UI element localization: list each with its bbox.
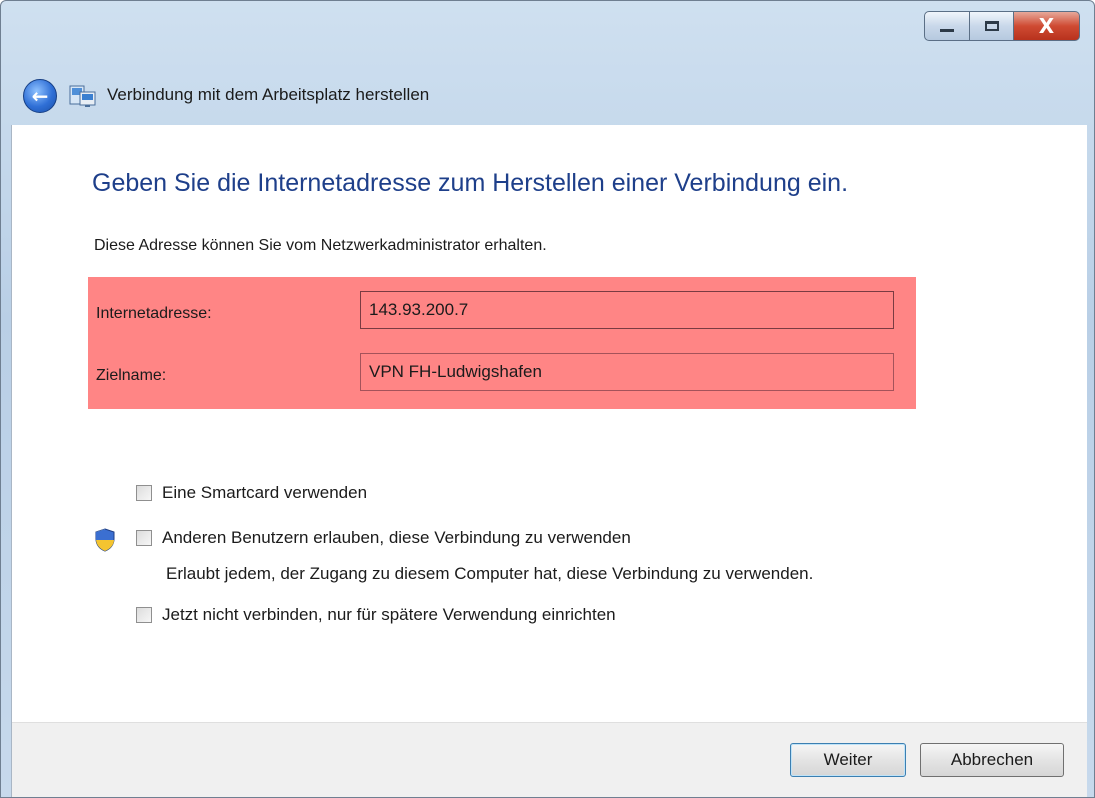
do-not-connect-label: Jetzt nicht verbinden, nur für spätere V… <box>162 605 616 624</box>
allow-other-users-label: Anderen Benutzern erlauben, diese Verbin… <box>162 528 631 547</box>
maximize-button[interactable] <box>970 11 1014 41</box>
next-button[interactable]: Weiter <box>790 743 906 777</box>
wizard-footer: Weiter Abbrechen <box>12 722 1087 797</box>
do-not-connect-checkbox[interactable] <box>136 607 152 623</box>
close-icon: X <box>1038 14 1055 38</box>
smartcard-label: Eine Smartcard verwenden <box>162 483 368 502</box>
page-heading: Geben Sie die Internetadresse zum Herste… <box>92 169 849 197</box>
page-description: Diese Adresse können Sie vom Netzwerkadm… <box>94 237 547 254</box>
uac-shield-icon <box>95 528 115 552</box>
allow-other-users-description: Erlaubt jedem, der Zugang zu diesem Comp… <box>166 564 814 583</box>
back-arrow-icon: ← <box>31 84 49 108</box>
address-label: Internetadresse: <box>96 305 212 322</box>
window-controls: X <box>924 11 1080 41</box>
allow-other-users-option[interactable]: Anderen Benutzern erlauben, diese Verbin… <box>136 528 631 548</box>
close-button[interactable]: X <box>1014 11 1080 41</box>
minimize-icon <box>940 28 954 32</box>
title-bar[interactable]: X ← Verbindung mit dem Arbeitsplatz hers… <box>1 1 1094 125</box>
cancel-button[interactable]: Abbrechen <box>920 743 1064 777</box>
allow-other-users-checkbox[interactable] <box>136 530 152 546</box>
smartcard-option[interactable]: Eine Smartcard verwenden <box>136 483 367 503</box>
destination-label: Zielname: <box>96 367 167 384</box>
vpn-wizard-window: X ← Verbindung mit dem Arbeitsplatz hers… <box>0 0 1095 798</box>
maximize-icon <box>984 21 999 31</box>
wizard-content: Geben Sie die Internetadresse zum Herste… <box>11 125 1087 797</box>
internet-address-input[interactable] <box>360 291 894 329</box>
do-not-connect-option[interactable]: Jetzt nicht verbinden, nur für spätere V… <box>136 605 616 625</box>
destination-name-input[interactable] <box>360 353 894 391</box>
highlighted-fields-panel: Internetadresse: Zielname: <box>88 277 916 409</box>
smartcard-checkbox[interactable] <box>136 485 152 501</box>
network-connection-icon <box>69 85 96 107</box>
back-button[interactable]: ← <box>23 79 57 113</box>
minimize-button[interactable] <box>924 11 970 41</box>
window-title: Verbindung mit dem Arbeitsplatz herstell… <box>107 85 430 104</box>
